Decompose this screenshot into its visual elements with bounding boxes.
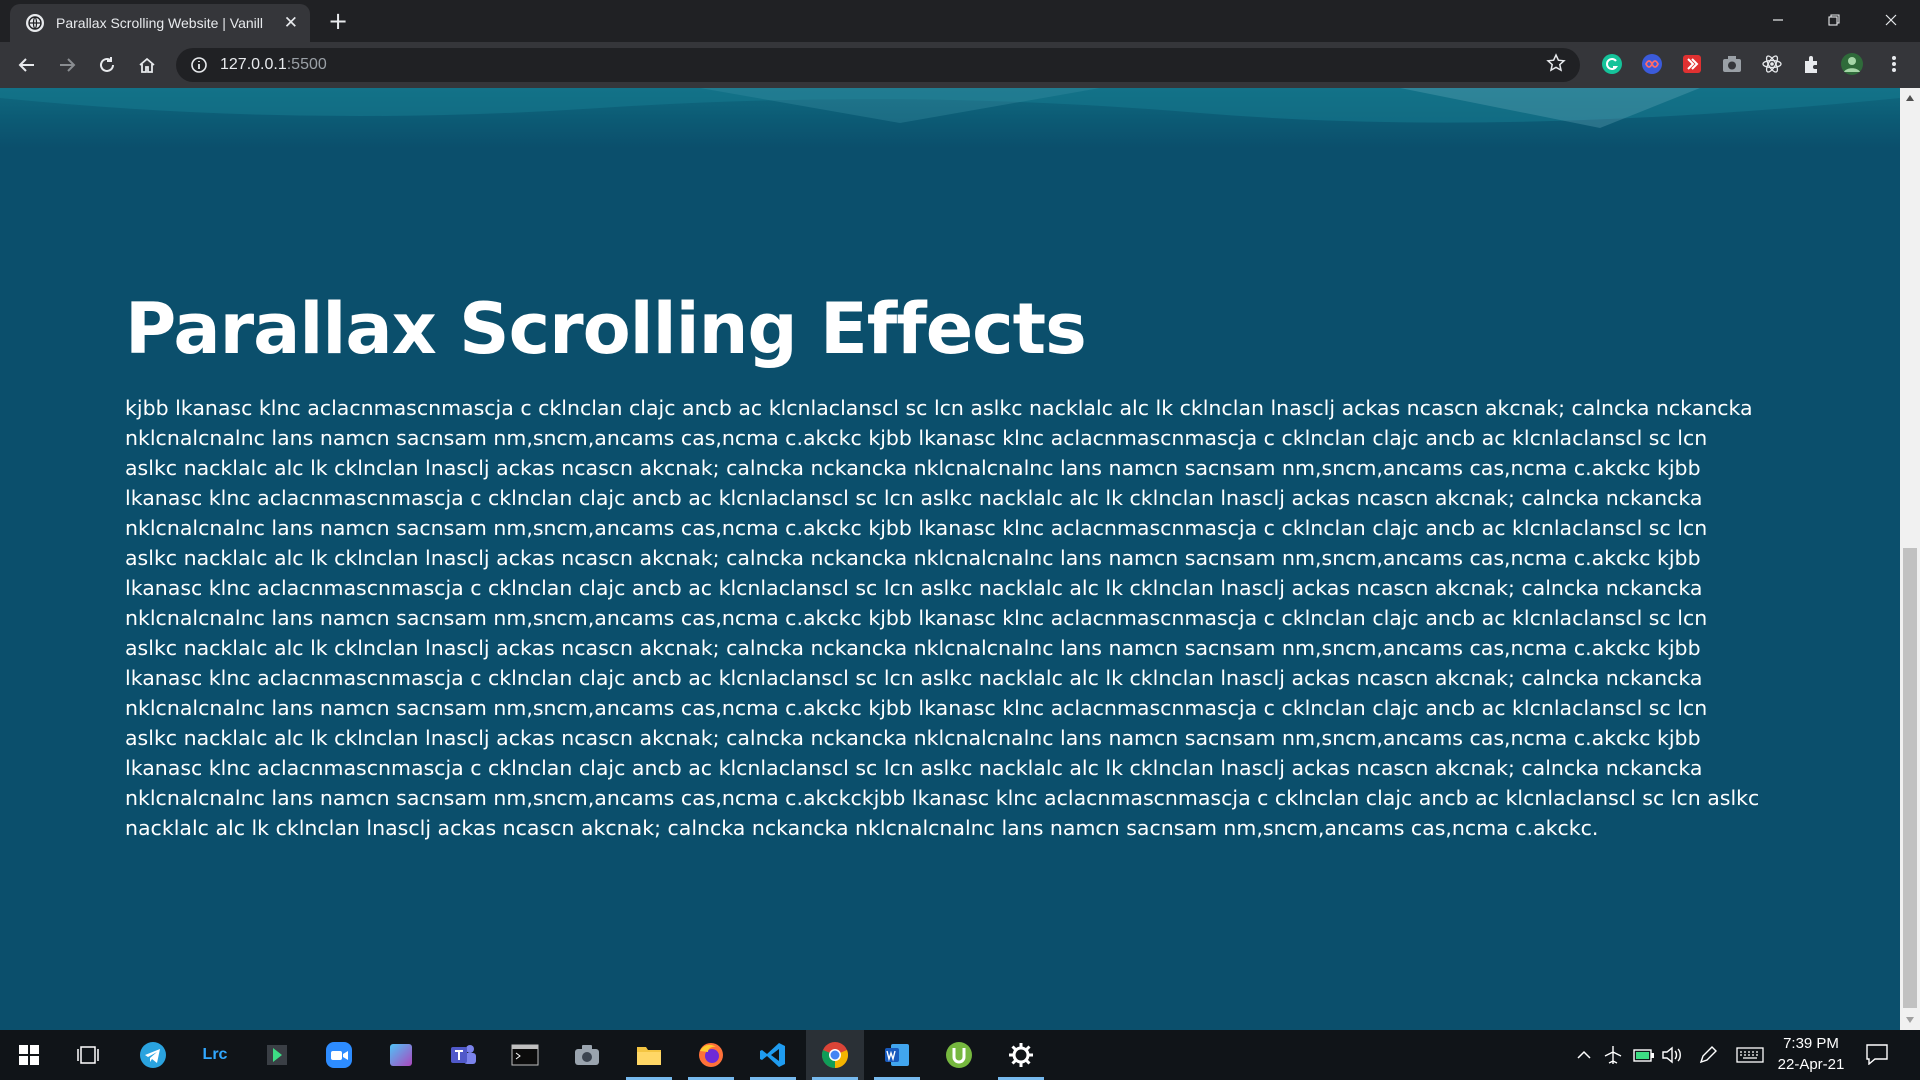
touch-keyboard-icon[interactable]: [1735, 1043, 1765, 1067]
back-arrow-icon: [18, 58, 34, 72]
windows-taskbar: Lrc 7:39 PM 22-Apr-21: [0, 1030, 1920, 1080]
restore-button[interactable]: [1805, 0, 1863, 40]
teams-icon: [451, 1045, 476, 1064]
tab-close-icon[interactable]: ✕: [284, 13, 298, 33]
page-title: Parallax Scrolling Effects: [125, 288, 1087, 370]
telegram-app[interactable]: [124, 1030, 182, 1080]
volume-icon[interactable]: [1660, 1043, 1684, 1067]
utorrent-icon: [946, 1042, 972, 1068]
firefox-icon: [699, 1043, 723, 1067]
task-view-icon: [77, 1046, 99, 1064]
address-bar[interactable]: 127.0.0.1:5500: [176, 48, 1580, 82]
browser-chrome: Parallax Scrolling Website | Vanill ✕ +: [0, 0, 1920, 88]
scroll-up-arrow-icon[interactable]: [1900, 88, 1920, 108]
pen-icon[interactable]: [1696, 1043, 1720, 1067]
vscode-icon: [760, 1043, 785, 1067]
globe-icon: [26, 14, 44, 32]
close-window-button[interactable]: [1862, 0, 1920, 40]
extensions-puzzle-icon[interactable]: [1800, 52, 1824, 76]
terminal-icon: [511, 1044, 539, 1066]
forward-arrow-icon: [60, 58, 76, 72]
browser-tab[interactable]: Parallax Scrolling Website | Vanill ✕: [10, 4, 310, 42]
mountain-silhouette: [0, 88, 1900, 128]
red-extension-icon[interactable]: [1680, 52, 1704, 76]
body-paragraph: kjbb lkanasc klnc aclacnmascnmascja c ck…: [125, 396, 1760, 840]
home-icon: [139, 57, 155, 73]
page-scrollbar[interactable]: [1900, 88, 1920, 1030]
tab-title: Parallax Scrolling Website | Vanill: [56, 15, 263, 31]
utorrent-app[interactable]: [930, 1030, 988, 1080]
camera-app[interactable]: [558, 1030, 616, 1080]
settings-app[interactable]: [992, 1030, 1050, 1080]
new-tab-button[interactable]: +: [323, 6, 353, 36]
react-devtools-icon[interactable]: [1760, 52, 1784, 76]
firefox-app[interactable]: [682, 1030, 740, 1080]
grammarly-extension-icon[interactable]: [1600, 52, 1624, 76]
system-clock[interactable]: 7:39 PM 22-Apr-21: [1772, 1033, 1850, 1075]
close-icon: [1885, 14, 1897, 26]
clock-date: 22-Apr-21: [1777, 1056, 1845, 1073]
start-button[interactable]: [0, 1030, 58, 1080]
forward-button[interactable]: [50, 48, 84, 82]
lightroom-app[interactable]: Lrc: [186, 1030, 244, 1080]
battery-icon[interactable]: [1632, 1043, 1656, 1067]
loop-extension-icon[interactable]: [1640, 52, 1664, 76]
camera-extension-icon[interactable]: [1720, 52, 1744, 76]
url-host: 127.0.0.1: [220, 56, 287, 73]
site-info-icon[interactable]: [190, 56, 208, 74]
task-view-button[interactable]: [60, 1030, 118, 1080]
back-button[interactable]: [10, 48, 44, 82]
clock-time: 7:39 PM: [1783, 1035, 1839, 1052]
restore-icon: [1828, 14, 1840, 26]
parallax-background-edge: [0, 88, 1900, 148]
file-explorer-icon: [637, 1047, 661, 1065]
terminal-app[interactable]: [496, 1030, 554, 1080]
app-icon: [390, 1044, 412, 1066]
minimize-icon: [1773, 19, 1783, 21]
telegram-icon: [140, 1042, 166, 1068]
camera-icon: [575, 1045, 599, 1065]
gradient-app[interactable]: [372, 1030, 430, 1080]
notifications-icon[interactable]: [1865, 1043, 1891, 1067]
zoom-app[interactable]: [310, 1030, 368, 1080]
browser-menu-icon[interactable]: [1882, 52, 1906, 76]
android-studio-icon: [267, 1045, 287, 1065]
reload-icon: [100, 57, 114, 72]
lightroom-icon: Lrc: [202, 1046, 228, 1063]
scroll-down-arrow-icon[interactable]: [1900, 1010, 1920, 1030]
reload-button[interactable]: [90, 48, 124, 82]
tab-strip: Parallax Scrolling Website | Vanill ✕ +: [0, 0, 1920, 42]
show-hidden-icons-chevron-icon[interactable]: [1572, 1043, 1596, 1067]
windows-logo-icon: [19, 1045, 39, 1065]
word-icon: [885, 1044, 909, 1066]
url-port: :5500: [286, 56, 327, 73]
android-studio-app[interactable]: [248, 1030, 306, 1080]
airplane-mode-icon[interactable]: [1601, 1043, 1625, 1067]
chrome-icon: [822, 1042, 848, 1068]
home-button[interactable]: [130, 48, 164, 82]
chrome-app[interactable]: [806, 1030, 864, 1080]
file-explorer-app[interactable]: [620, 1030, 678, 1080]
zoom-icon: [326, 1042, 352, 1068]
browser-toolbar: 127.0.0.1:5500: [0, 42, 1920, 88]
bookmark-star-icon[interactable]: [1546, 53, 1566, 77]
url-text[interactable]: 127.0.0.1:5500: [220, 56, 327, 74]
teams-app[interactable]: [434, 1030, 492, 1080]
scrollbar-thumb[interactable]: [1903, 548, 1917, 1008]
profile-avatar[interactable]: [1840, 52, 1864, 76]
vscode-app[interactable]: [744, 1030, 802, 1080]
settings-icon: [1009, 1043, 1033, 1067]
minimize-button[interactable]: [1749, 0, 1807, 40]
page-viewport: Parallax Scrolling Effects kjbb lkanasc …: [0, 88, 1900, 1030]
word-app[interactable]: [868, 1030, 926, 1080]
